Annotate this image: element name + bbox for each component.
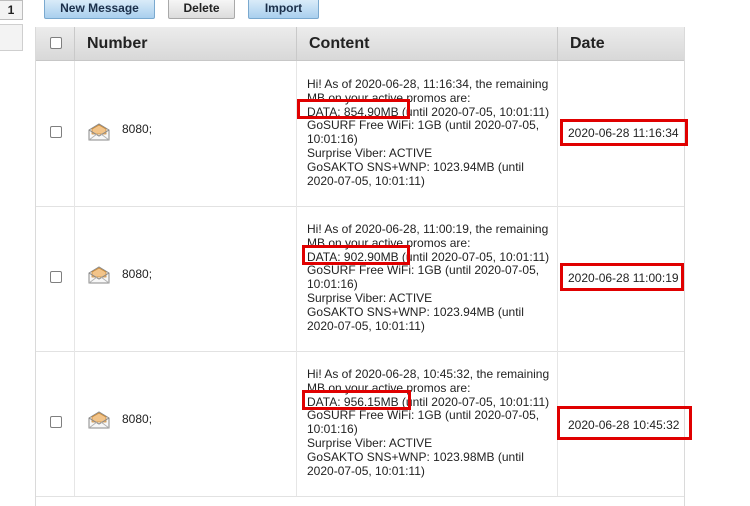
envelope-open-icon xyxy=(88,123,110,141)
message-line: GoSURF Free WiFi: 1GB (until 2020-07-05, xyxy=(307,263,540,278)
message-line: 2020-07-05, 10:01:11) xyxy=(307,173,425,188)
message-line: GoSURF Free WiFi: 1GB (until 2020-07-05, xyxy=(307,118,540,133)
number-cell: 8080; xyxy=(75,61,297,206)
header-date[interactable]: Date xyxy=(558,27,684,60)
header-content[interactable]: Content xyxy=(297,27,558,60)
message-line: Surprise Viber: ACTIVE xyxy=(307,145,433,160)
row-checkbox[interactable] xyxy=(50,271,62,283)
message-line: GoSAKTO SNS+WNP: 1023.94MB (until xyxy=(307,304,524,319)
select-cell xyxy=(36,351,75,496)
message-line: Hi! As of 2020-06-28, 10:45:32, the rema… xyxy=(307,367,550,381)
message-line: 2020-07-05, 10:01:11) xyxy=(307,318,425,333)
delete-button[interactable]: Delete xyxy=(168,0,235,19)
date-highlight-box xyxy=(557,406,692,440)
message-line: Hi! As of 2020-06-28, 11:00:19, the rema… xyxy=(307,222,549,236)
message-line: 10:01:16) xyxy=(307,132,358,147)
pager-stub xyxy=(0,24,23,51)
envelope-open-icon xyxy=(88,266,110,284)
sender-number: 8080; xyxy=(122,122,153,136)
message-line: GoSURF Free WiFi: 1GB (until 2020-07-05, xyxy=(307,408,540,423)
data-highlight-box xyxy=(302,390,411,410)
header-date-label: Date xyxy=(570,35,605,52)
message-line: Hi! As of 2020-06-28, 11:16:34, the rema… xyxy=(307,77,549,91)
header-number[interactable]: Number xyxy=(75,27,297,60)
select-cell xyxy=(36,61,75,206)
new-message-button[interactable]: New Message xyxy=(44,0,155,19)
message-content: Hi! As of 2020-06-28, 10:45:32, the rema… xyxy=(307,367,557,478)
message-line: Surprise Viber: ACTIVE xyxy=(307,435,433,450)
envelope-open-icon xyxy=(88,411,110,429)
header-select-cell xyxy=(36,27,75,60)
sender-number: 8080; xyxy=(122,267,153,281)
message-line: GoSAKTO SNS+WNP: 1023.94MB (until xyxy=(307,159,524,174)
select-cell xyxy=(36,206,75,351)
data-highlight-box xyxy=(297,99,410,119)
messages-table: Number Content Date 8080; Hi! As of 2020… xyxy=(35,27,692,506)
message-line: 2020-07-05, 10:01:11) xyxy=(307,463,425,478)
select-all-checkbox[interactable] xyxy=(50,37,62,49)
data-highlight-box xyxy=(302,245,410,265)
table-header: Number Content Date xyxy=(36,27,684,61)
message-content: Hi! As of 2020-06-28, 11:16:34, the rema… xyxy=(307,77,557,188)
date-highlight-box xyxy=(560,119,688,146)
message-line: Surprise Viber: ACTIVE xyxy=(307,290,433,305)
row-checkbox[interactable] xyxy=(50,126,62,138)
content-cell: Hi! As of 2020-06-28, 10:45:32, the rema… xyxy=(297,351,558,496)
sender-number: 8080; xyxy=(122,412,153,426)
number-cell: 8080; xyxy=(75,206,297,351)
header-content-label: Content xyxy=(309,35,370,52)
header-number-label: Number xyxy=(87,35,148,52)
number-cell: 8080; xyxy=(75,351,297,496)
row-checkbox[interactable] xyxy=(50,416,62,428)
message-line: GoSAKTO SNS+WNP: 1023.98MB (until xyxy=(307,449,524,464)
content-cell: Hi! As of 2020-06-28, 11:00:19, the rema… xyxy=(297,206,558,351)
content-cell: Hi! As of 2020-06-28, 11:16:34, the rema… xyxy=(297,61,558,206)
import-button[interactable]: Import xyxy=(248,0,319,19)
message-content: Hi! As of 2020-06-28, 11:00:19, the rema… xyxy=(307,222,557,333)
date-highlight-box xyxy=(560,263,684,291)
pager-page-1[interactable]: 1 xyxy=(0,0,23,20)
message-line: 10:01:16) xyxy=(307,277,358,292)
message-line: 10:01:16) xyxy=(307,422,358,437)
